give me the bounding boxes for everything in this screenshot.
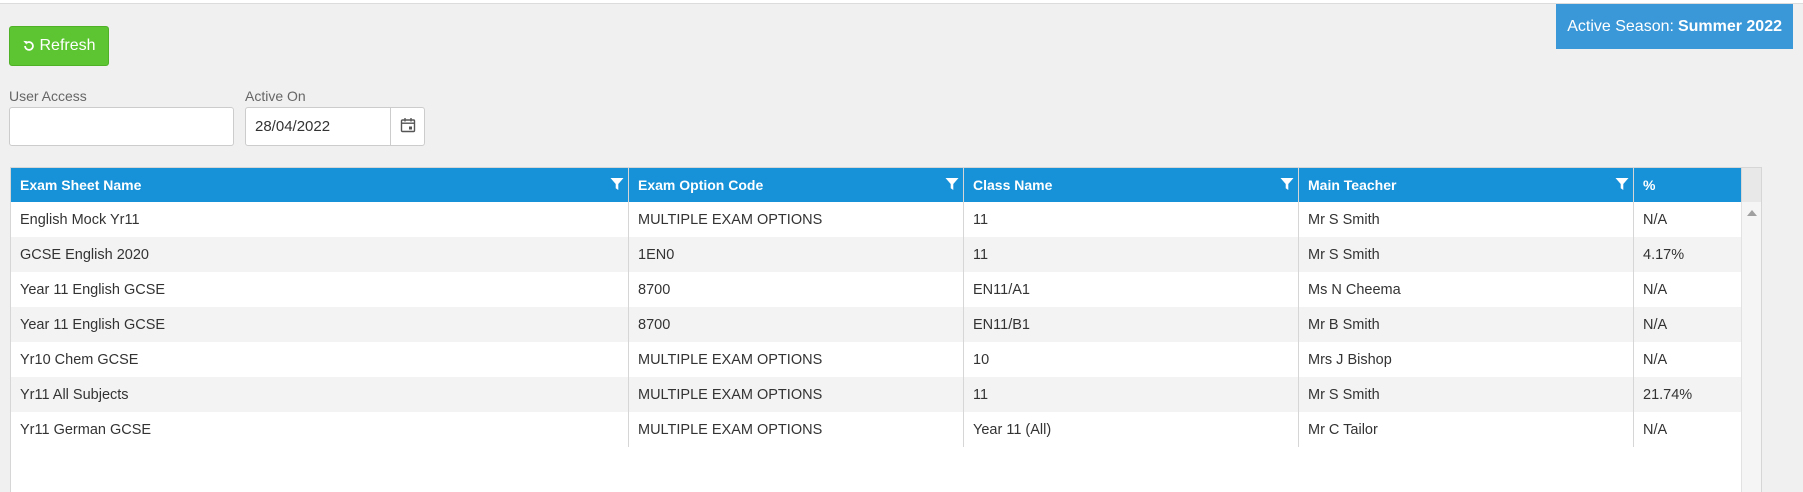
cell-exam-option-code: 8700 (629, 307, 964, 342)
cell-class-name: 11 (964, 237, 1299, 272)
cell-class-name: 11 (964, 377, 1299, 412)
cell-exam-sheet-name: Yr11 All Subjects (11, 377, 629, 412)
cell-class-name: EN11/B1 (964, 307, 1299, 342)
top-border (0, 0, 1803, 4)
column-header-label: % (1643, 177, 1656, 193)
cell-percent: N/A (1643, 421, 1668, 438)
column-header-exam-option-code[interactable]: Exam Option Code (629, 168, 964, 202)
cell-percent: N/A (1643, 351, 1668, 368)
filter-icon[interactable] (945, 177, 959, 194)
cell-main-teacher: Mr B Smith (1299, 307, 1634, 342)
cell-class-name: 10 (964, 342, 1299, 377)
cell-percent: N/A (1643, 211, 1668, 228)
table-row[interactable]: Year 11 English GCSE 8700 EN11/B1 Mr B S… (11, 307, 1741, 342)
filter-icon[interactable] (610, 177, 624, 194)
cell-main-teacher: Ms N Cheema (1299, 272, 1634, 307)
cell-class-name: EN11/A1 (964, 272, 1299, 307)
cell-main-teacher: Mrs J Bishop (1299, 342, 1634, 377)
grid-body: English Mock Yr11 MULTIPLE EXAM OPTIONS … (11, 202, 1741, 447)
cell-exam-sheet-name: GCSE English 2020 (11, 237, 629, 272)
exam-sheets-grid: Exam Sheet Name Exam Option Code Class N… (10, 167, 1762, 492)
active-on-label: Active On (245, 88, 306, 104)
filter-icon[interactable] (1615, 177, 1629, 194)
cell-exam-option-code: MULTIPLE EXAM OPTIONS (629, 342, 964, 377)
table-row[interactable]: English Mock Yr11 MULTIPLE EXAM OPTIONS … (11, 202, 1741, 237)
column-header-label: Exam Sheet Name (20, 177, 142, 193)
cell-percent: 21.74% (1643, 386, 1693, 403)
column-header-label: Main Teacher (1308, 177, 1397, 193)
filter-icon[interactable] (1280, 177, 1294, 194)
refresh-label: Refresh (39, 37, 96, 54)
table-row[interactable]: Year 11 English GCSE 8700 EN11/A1 Ms N C… (11, 272, 1741, 307)
active-season-badge: Active Season: Summer 2022 (1556, 4, 1793, 49)
calendar-button[interactable] (390, 108, 424, 145)
cell-exam-sheet-name: Yr11 German GCSE (11, 412, 629, 447)
cell-percent: 4.17% (1643, 246, 1685, 263)
active-season-prefix: Active Season: (1567, 17, 1674, 35)
table-row[interactable]: Yr10 Chem GCSE MULTIPLE EXAM OPTIONS 10 … (11, 342, 1741, 377)
cell-exam-sheet-name: Year 11 English GCSE (11, 272, 629, 307)
cell-main-teacher: Mr S Smith (1299, 202, 1634, 237)
user-access-label: User Access (9, 88, 87, 104)
cell-exam-sheet-name: English Mock Yr11 (11, 202, 629, 237)
cell-exam-sheet-name: Year 11 English GCSE (11, 307, 629, 342)
table-row[interactable]: GCSE English 2020 1EN0 11 Mr S Smith 4.1… (11, 237, 1741, 272)
active-on-input[interactable] (246, 108, 390, 145)
cell-exam-option-code: MULTIPLE EXAM OPTIONS (629, 377, 964, 412)
vertical-scrollbar[interactable] (1741, 202, 1761, 492)
active-on-datepicker (245, 107, 425, 146)
grid-header: Exam Sheet Name Exam Option Code Class N… (11, 168, 1741, 202)
scroll-up-arrow-icon[interactable] (1747, 210, 1757, 216)
calendar-icon (400, 117, 416, 136)
table-row[interactable]: Yr11 All Subjects MULTIPLE EXAM OPTIONS … (11, 377, 1741, 412)
cell-exam-sheet-name: Yr10 Chem GCSE (11, 342, 629, 377)
cell-main-teacher: Mr S Smith (1299, 377, 1634, 412)
header-scroll-spacer (1741, 168, 1761, 202)
column-header-exam-sheet-name[interactable]: Exam Sheet Name (11, 168, 629, 202)
table-row[interactable]: Yr11 German GCSE MULTIPLE EXAM OPTIONS Y… (11, 412, 1741, 447)
column-header-label: Exam Option Code (638, 177, 764, 193)
column-header-main-teacher[interactable]: Main Teacher (1299, 168, 1634, 202)
cell-exam-option-code: MULTIPLE EXAM OPTIONS (629, 412, 964, 447)
cell-class-name: Year 11 (All) (964, 412, 1299, 447)
cell-percent: N/A (1643, 281, 1668, 298)
cell-exam-option-code: 8700 (629, 272, 964, 307)
cell-exam-option-code: 1EN0 (629, 237, 964, 272)
cell-percent: N/A (1643, 316, 1668, 333)
column-header-class-name[interactable]: Class Name (964, 168, 1299, 202)
cell-class-name: 11 (964, 202, 1299, 237)
cell-main-teacher: Mr S Smith (1299, 237, 1634, 272)
column-header-label: Class Name (973, 177, 1053, 193)
refresh-button[interactable]: Refresh (9, 26, 109, 66)
refresh-icon (22, 39, 36, 53)
cell-main-teacher: Mr C Tailor (1299, 412, 1634, 447)
cell-exam-option-code: MULTIPLE EXAM OPTIONS (629, 202, 964, 237)
user-access-input[interactable] (9, 107, 234, 146)
column-header-percent[interactable]: % (1634, 168, 1741, 202)
active-season-value: Summer 2022 (1677, 17, 1782, 35)
